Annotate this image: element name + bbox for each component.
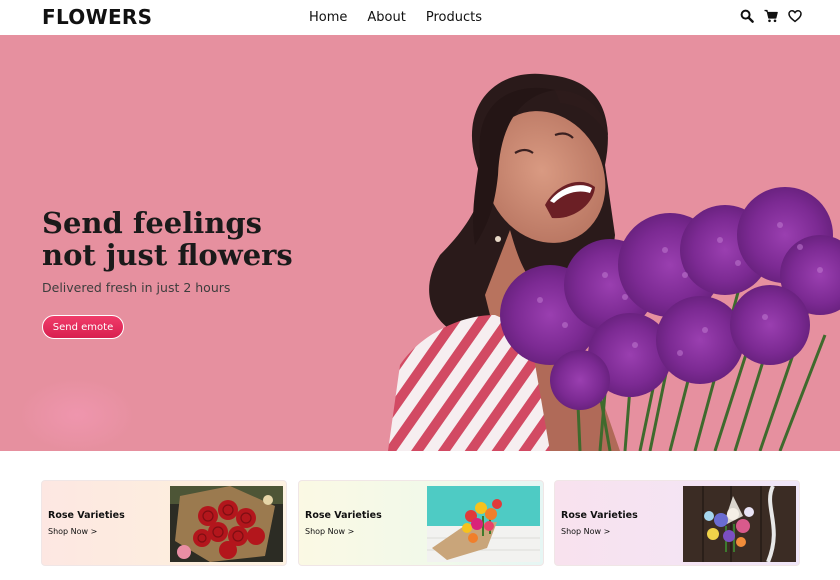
hero-title: Send feelings not just flowers (42, 207, 293, 271)
send-emote-button[interactable]: Send emote (42, 315, 124, 339)
search-icon[interactable] (740, 8, 754, 24)
shop-now-link[interactable]: Shop Now > (305, 527, 354, 536)
main-nav: Home About Products (309, 10, 502, 25)
hero-banner: Send feelings not just flowers Delivered… (0, 35, 840, 451)
category-cards: Rose Varieties Shop Now > Rose Varieties… (41, 480, 801, 566)
card-title: Rose Varieties (305, 510, 382, 521)
card-image-red-roses (170, 486, 283, 562)
heart-icon[interactable] (788, 8, 802, 24)
header-icons (740, 8, 802, 24)
site-logo[interactable]: FLOWERS (42, 5, 152, 29)
category-card[interactable]: Rose Varieties Shop Now > (41, 480, 287, 566)
card-title: Rose Varieties (561, 510, 638, 521)
card-title: Rose Varieties (48, 510, 125, 521)
hero-title-line-2: not just flowers (42, 238, 293, 272)
category-card[interactable]: Rose Varieties Shop Now > (298, 480, 544, 566)
hero-subtitle: Delivered fresh in just 2 hours (42, 280, 231, 295)
nav-about-link[interactable]: About (367, 10, 405, 25)
nav-products-link[interactable]: Products (426, 10, 482, 25)
category-card[interactable]: Rose Varieties Shop Now > (554, 480, 800, 566)
hero-title-line-1: Send feelings (42, 206, 262, 240)
shop-now-link[interactable]: Shop Now > (48, 527, 97, 536)
card-image-tulip-bouquet (427, 486, 540, 562)
cart-icon[interactable] (764, 8, 778, 24)
hero-photo-woman-with-flowers (388, 73, 840, 451)
site-header: FLOWERS Home About Products (0, 0, 840, 35)
card-image-mixed-bouquet (683, 486, 796, 562)
nav-home-link[interactable]: Home (309, 10, 347, 25)
hero-glow-decoration (22, 380, 132, 450)
shop-now-link[interactable]: Shop Now > (561, 527, 610, 536)
